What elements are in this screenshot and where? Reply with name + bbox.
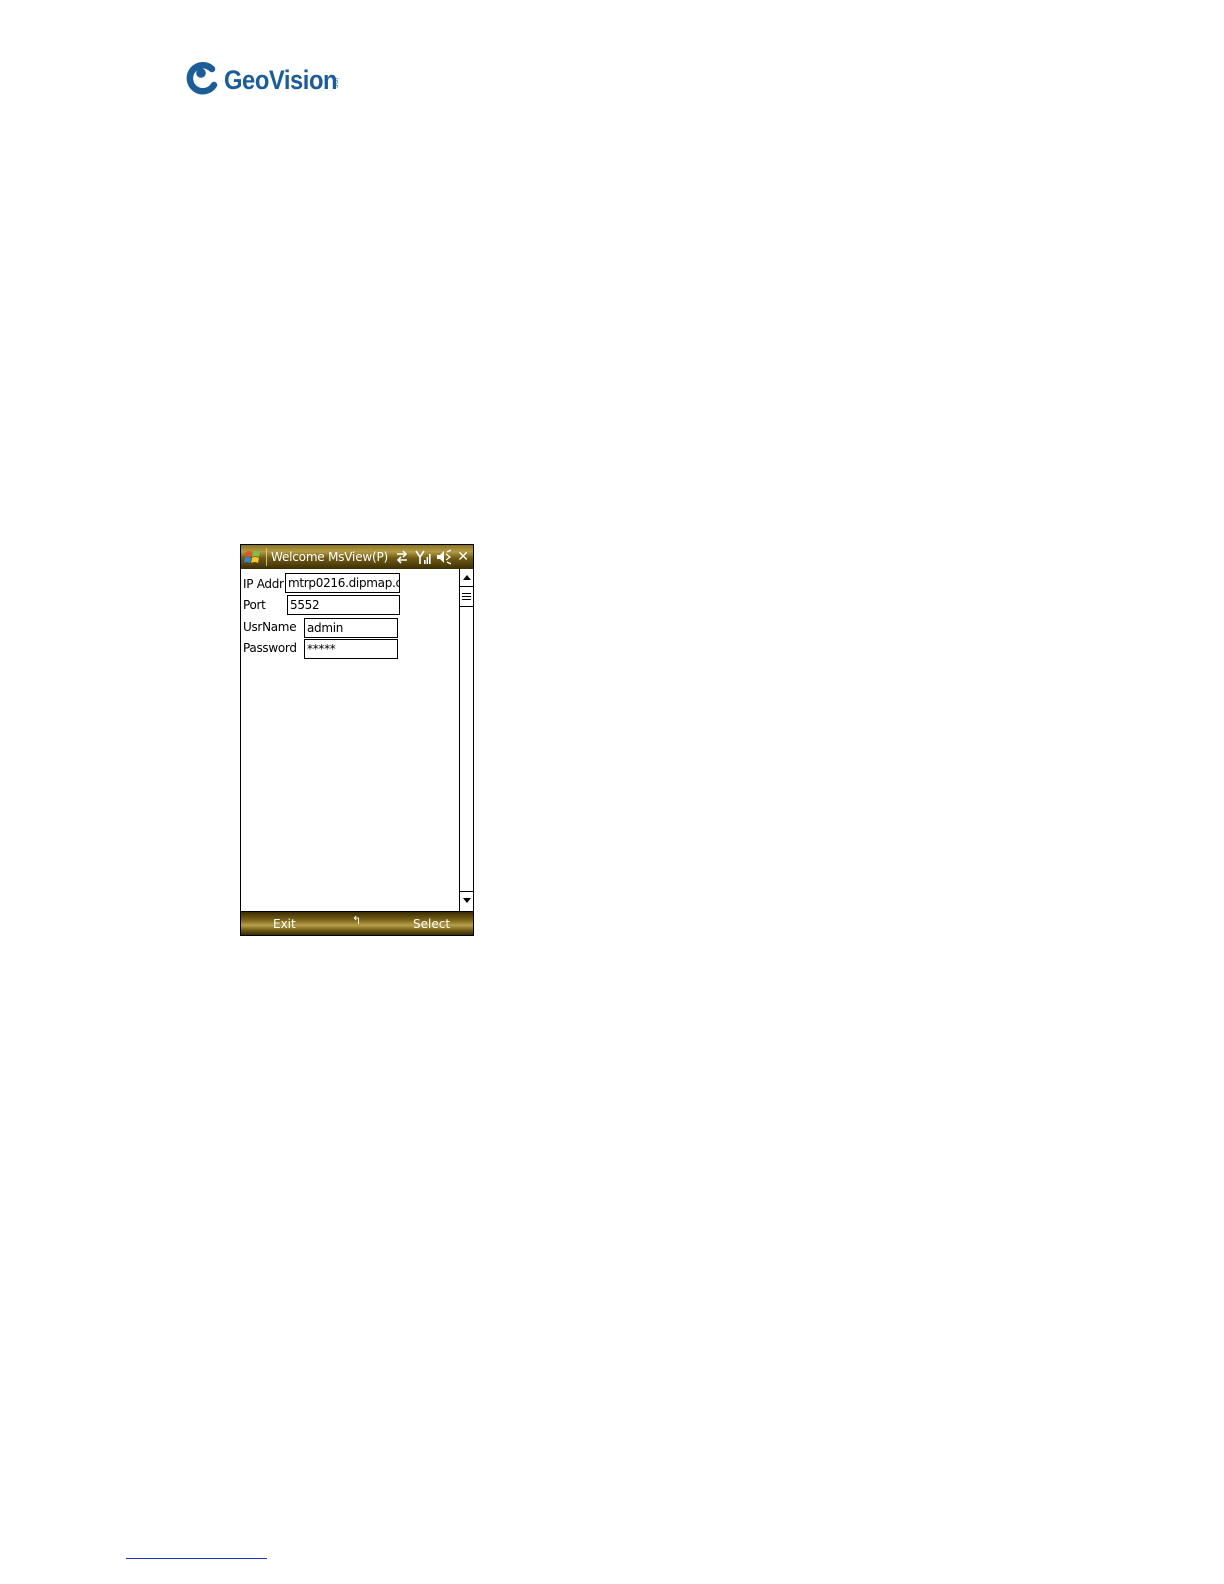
arrow-up-icon bbox=[462, 575, 471, 580]
password-label: Password bbox=[243, 641, 297, 655]
signal-icon[interactable] bbox=[415, 549, 431, 565]
status-icons: ✕ bbox=[389, 548, 469, 566]
ip-address-label: IP Addr bbox=[243, 577, 284, 591]
ip-address-field[interactable]: mtrp0216.dipmap.c bbox=[285, 573, 400, 593]
start-menu-icon[interactable] bbox=[243, 547, 263, 567]
scroll-thumb[interactable] bbox=[460, 587, 473, 607]
logo-wordmark: GeoVision bbox=[224, 65, 338, 95]
window-title: Welcome MsView(P) bbox=[271, 550, 388, 564]
mobile-app-window: Welcome MsView(P) ✕ IP Addr mtrp0216.dip… bbox=[240, 544, 474, 936]
close-icon[interactable]: ✕ bbox=[457, 549, 469, 565]
geovision-logo: GeoVision inc bbox=[186, 58, 353, 98]
username-field[interactable]: admin bbox=[304, 618, 398, 638]
arrow-down-icon bbox=[462, 898, 471, 903]
logo-inc-text: inc bbox=[332, 78, 339, 89]
vertical-scrollbar[interactable] bbox=[459, 569, 473, 911]
soft-key-bar: Exit ↰ Select bbox=[241, 911, 473, 935]
password-field[interactable]: ***** bbox=[304, 639, 398, 659]
geovision-logo-icon bbox=[186, 62, 218, 95]
login-form: IP Addr mtrp0216.dipmap.c Port 5552 UsrN… bbox=[241, 569, 459, 911]
title-bar: Welcome MsView(P) ✕ bbox=[241, 545, 473, 569]
back-softkey-icon[interactable]: ↰ bbox=[352, 914, 361, 927]
username-label: UsrName bbox=[243, 620, 297, 634]
scroll-up-button[interactable] bbox=[460, 569, 473, 587]
exit-softkey[interactable]: Exit bbox=[273, 917, 296, 931]
footer-link-underline bbox=[126, 1558, 267, 1559]
port-field[interactable]: 5552 bbox=[287, 595, 400, 615]
scroll-down-button[interactable] bbox=[460, 891, 473, 909]
title-divider bbox=[266, 548, 267, 566]
port-label: Port bbox=[243, 598, 266, 612]
volume-muted-icon[interactable] bbox=[436, 549, 452, 565]
select-softkey[interactable]: Select bbox=[413, 917, 450, 931]
connectivity-icon[interactable] bbox=[394, 549, 410, 565]
